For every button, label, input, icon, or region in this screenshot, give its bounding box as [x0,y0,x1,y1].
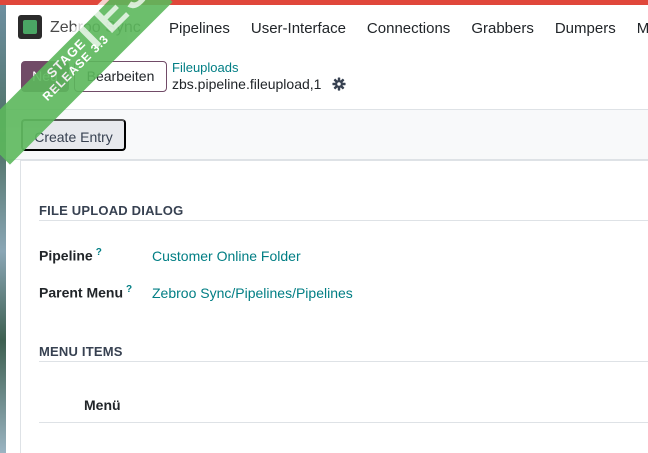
section-divider [39,220,648,221]
help-icon[interactable]: ? [96,247,102,258]
edit-button[interactable]: Bearbeiten [74,61,167,92]
menu-item-dumpers[interactable]: Dumpers [555,20,616,37]
table-header-divider [39,422,648,423]
app-name[interactable]: Zebroo Sync [50,19,141,37]
column-header-menu[interactable]: Menü [84,397,121,413]
menu-item-connections[interactable]: Connections [367,20,450,37]
create-entry-button[interactable]: Create Entry [21,119,126,151]
new-button[interactable]: Neu [21,61,69,92]
menu-item-grabbers[interactable]: Grabbers [471,20,534,37]
control-panel: Neu Bearbeiten Fileuploads zbs.pipeline.… [6,51,648,109]
field-value-pipeline[interactable]: Customer Online Folder [152,248,301,264]
field-label-pipeline: Pipeline? [39,247,102,264]
top-menu: Pipelines User-Interface Connections Gra… [169,20,648,37]
menu-item-user-interface[interactable]: User-Interface [251,20,346,37]
form-sheet: FILE UPLOAD DIALOG Pipeline? Customer On… [20,160,648,453]
field-label-parent-menu: Parent Menu? [39,284,133,301]
menu-item-more[interactable]: Ma [637,20,648,37]
help-icon[interactable]: ? [126,284,132,295]
gear-icon[interactable] [332,77,346,91]
status-bar: Create Entry [6,109,648,160]
section-title-file-upload-dialog: FILE UPLOAD DIALOG [39,203,184,218]
section-divider [39,361,648,362]
breadcrumb-current: zbs.pipeline.fileupload,1 [172,76,322,92]
navbar: Zebroo Sync Pipelines User-Interface Con… [6,5,648,51]
app-logo-icon[interactable] [18,15,42,39]
breadcrumb-parent[interactable]: Fileuploads [172,60,239,75]
field-value-parent-menu[interactable]: Zebroo Sync/Pipelines/Pipelines [152,285,353,301]
menu-item-pipelines[interactable]: Pipelines [169,20,230,37]
section-title-menu-items: MENU ITEMS [39,344,123,359]
